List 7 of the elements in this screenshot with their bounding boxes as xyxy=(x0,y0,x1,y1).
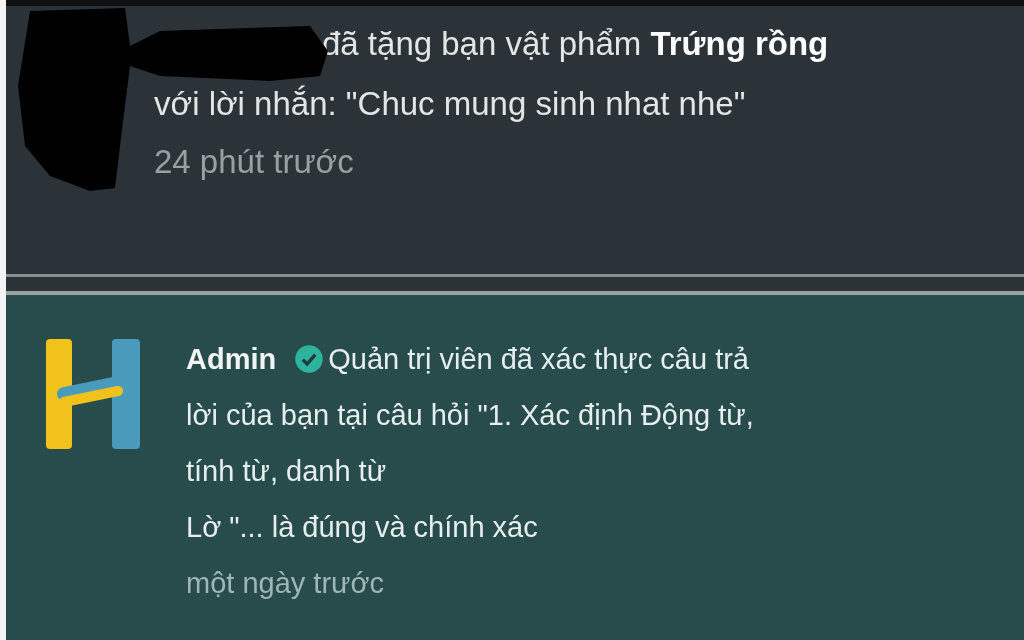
logo-icon xyxy=(46,339,140,449)
message-text: đã tặng bạn vật phẩm Trứng rồng với lời nhắn: "Chuc mung sinh nhat nhe" xyxy=(154,24,830,124)
timestamp: một ngày trước xyxy=(186,566,385,601)
message-text: Quản trị viên đã xác thực câu trả xyxy=(328,342,749,377)
message-text: lời của bạn tại câu hỏi "1. Xác định Động từ, tính từ, danh từ Lờ "... là đúng và chính xác xyxy=(186,398,755,545)
author-name: Admin xyxy=(186,342,277,377)
timestamp: 24 phút trước xyxy=(154,142,355,182)
